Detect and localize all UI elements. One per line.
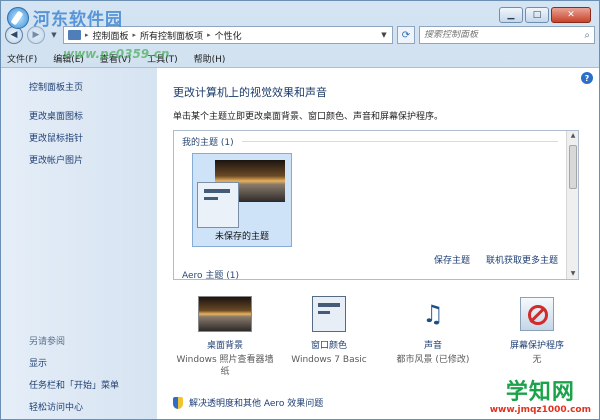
watermark-top: 河东软件园 — [7, 5, 123, 30]
breadcrumb-separator: ▸ — [132, 31, 137, 39]
tile-value: 无 — [532, 355, 542, 365]
tile-label: 窗口颜色 — [310, 341, 347, 351]
screen-saver-icon — [520, 297, 554, 331]
tile-label: 桌面背景 — [206, 341, 243, 351]
desktop-background-tile[interactable]: 桌面背景 Windows 照片查看器墙纸 — [173, 294, 277, 378]
see-also-taskbar-start-menu[interactable]: 任务栏和「开始」菜单 — [29, 378, 119, 391]
group-divider — [242, 141, 558, 142]
sidebar: 控制面板主页 更改桌面图标 更改鼠标指针 更改帐户图片 另请参阅 显示 任务栏和… — [1, 68, 157, 419]
sidebar-control-panel-home[interactable]: 控制面板主页 — [29, 80, 157, 93]
window-color-icon — [312, 296, 346, 332]
breadcrumb-personalization[interactable]: 个性化 — [215, 29, 242, 42]
preview-bar — [204, 189, 230, 193]
back-arrow-icon: ◀ — [10, 30, 18, 40]
see-also-section: 另请参阅 显示 任务栏和「开始」菜单 轻松访问中心 — [29, 334, 119, 419]
content-area: 控制面板主页 更改桌面图标 更改鼠标指针 更改帐户图片 另请参阅 显示 任务栏和… — [1, 67, 599, 419]
search-icon[interactable]: ⌕ — [584, 30, 590, 41]
breadcrumb-control-panel[interactable]: 控制面板 — [93, 29, 129, 42]
help-icon[interactable]: ? — [581, 72, 593, 84]
get-more-themes-link[interactable]: 联机获取更多主题 — [486, 253, 558, 266]
close-button[interactable]: ✕ — [551, 7, 591, 23]
page-title: 更改计算机上的视觉效果和声音 — [173, 86, 327, 99]
watermark-bottom: 学知网 www.jmqz1000.com — [489, 380, 591, 416]
tile-value: 都市风景 (已修改) — [396, 355, 470, 365]
tile-label: 屏幕保护程序 — [509, 341, 564, 351]
themes-scrollbar[interactable]: ▲ ▼ — [566, 131, 578, 279]
save-theme-link[interactable]: 保存主题 — [434, 253, 470, 266]
main-panel: ? 更改计算机上的视觉效果和声音 单击某个主题立即更改桌面背景、窗口颜色、声音和… — [157, 68, 599, 419]
minimize-button[interactable]: ▁ — [499, 7, 523, 23]
theme-name: 未保存的主题 — [214, 232, 269, 242]
desktop-background-thumbnail — [198, 296, 252, 332]
watermark-top-url: www.pc0359.cn — [63, 47, 170, 61]
my-themes-group-label: 我的主题 (1) — [182, 138, 234, 148]
breadcrumb-separator: ▸ — [207, 31, 211, 39]
watermark-logo-icon — [7, 6, 29, 29]
breadcrumb-all-items[interactable]: 所有控制面板项 — [140, 29, 203, 42]
page-subtitle: 单击某个主题立即更改桌面背景、窗口颜色、声音和屏幕保护程序。 — [173, 112, 444, 122]
theme-window-preview — [197, 182, 239, 228]
watermark-bottom-name: 学知网 — [505, 380, 575, 405]
theme-card-unsaved[interactable]: 未保存的主题 — [192, 153, 292, 247]
chevron-down-icon: ▼ — [51, 31, 57, 39]
refresh-icon: ⟳ — [401, 29, 411, 41]
aero-themes-group-label: Aero 主题 (1) — [182, 271, 240, 280]
sidebar-change-account-picture[interactable]: 更改帐户图片 — [29, 153, 157, 166]
refresh-button[interactable]: ⟳ — [397, 26, 415, 44]
control-panel-icon — [68, 30, 81, 40]
menu-file[interactable]: 文件(F) — [7, 52, 37, 65]
personalization-window: ▁ □ ✕ ◀ ▶ ▼ ▸ 控制面板 ▸ 所有控制面板项 ▸ 个性化 ▼ ⟳ ⌕… — [0, 0, 600, 420]
search-box[interactable]: ⌕ — [419, 26, 595, 44]
tile-thumbnail — [277, 294, 381, 334]
see-also-display[interactable]: 显示 — [29, 356, 119, 369]
tile-value: Windows 7 Basic — [291, 355, 367, 365]
recent-pages-dropdown[interactable]: ▼ — [49, 31, 59, 39]
forward-arrow-icon: ▶ — [32, 30, 40, 40]
breadcrumb-separator: ▸ — [85, 31, 89, 39]
menu-help[interactable]: 帮助(H) — [194, 52, 226, 65]
sidebar-change-desktop-icons[interactable]: 更改桌面图标 — [29, 109, 157, 122]
music-notes-icon: ♫ — [422, 300, 444, 328]
address-dropdown-icon[interactable]: ▼ — [376, 31, 392, 39]
theme-settings-tiles: 桌面背景 Windows 照片查看器墙纸 窗口颜色 Windows 7 Basi… — [173, 294, 589, 378]
tile-thumbnail — [485, 294, 589, 334]
shield-icon — [173, 396, 183, 409]
theme-actions: 保存主题 联机获取更多主题 — [434, 253, 558, 266]
scroll-up-icon[interactable]: ▲ — [567, 131, 578, 141]
preview-bar — [318, 303, 340, 307]
screen-saver-tile[interactable]: 屏幕保护程序 无 — [485, 294, 589, 378]
tile-thumbnail: ♫ — [381, 294, 485, 334]
watermark-top-name: 河东软件园 — [33, 10, 123, 30]
maximize-button[interactable]: □ — [525, 7, 549, 23]
sidebar-change-mouse-pointers[interactable]: 更改鼠标指针 — [29, 131, 157, 144]
troubleshoot-aero-link[interactable]: 解决透明度和其他 Aero 效果问题 — [189, 396, 323, 409]
see-also-heading: 另请参阅 — [29, 337, 66, 347]
scroll-thumb[interactable] — [569, 145, 577, 189]
no-sign-icon — [528, 305, 548, 325]
search-input[interactable] — [424, 30, 585, 40]
caption-buttons: ▁ □ ✕ — [499, 7, 591, 23]
preview-bar — [318, 311, 330, 314]
preview-bar — [204, 197, 218, 200]
themes-list: 我的主题 (1) 未保存的主题 保存主题 联机获取更多主题 Aero 主题 (1… — [173, 130, 579, 280]
see-also-ease-of-access[interactable]: 轻松访问中心 — [29, 400, 119, 413]
window-color-tile[interactable]: 窗口颜色 Windows 7 Basic — [277, 294, 381, 378]
tile-value: Windows 照片查看器墙纸 — [176, 355, 274, 377]
sounds-tile[interactable]: ♫ 声音 都市风景 (已修改) — [381, 294, 485, 378]
tile-label: 声音 — [423, 341, 442, 351]
scroll-down-icon[interactable]: ▼ — [567, 269, 578, 279]
watermark-bottom-url: www.jmqz1000.com — [489, 405, 591, 415]
tile-thumbnail — [173, 294, 277, 334]
